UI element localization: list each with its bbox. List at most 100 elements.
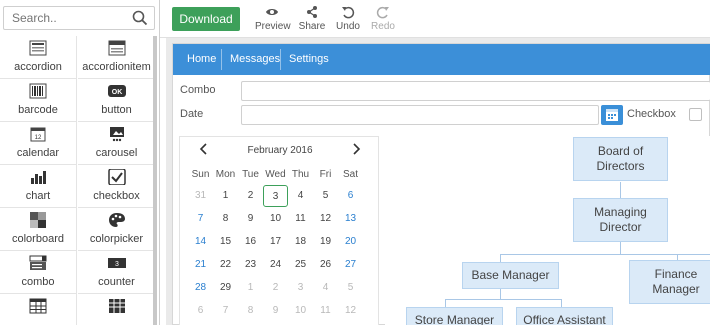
calendar-day[interactable]: 12 <box>313 208 338 230</box>
combo-label: Combo <box>180 84 216 96</box>
accordionitem-icon <box>108 40 125 56</box>
calendar-weekday: Tue <box>242 169 259 180</box>
org-node-managing[interactable]: Managing Director <box>573 198 668 242</box>
undo-button[interactable]: Undo <box>335 5 361 32</box>
org-node-store[interactable]: Store Manager <box>406 307 503 325</box>
calendar-day[interactable]: 11 <box>313 300 338 322</box>
widget-accordionitem[interactable]: accordionitem <box>78 36 155 79</box>
combo-field[interactable] <box>241 81 710 101</box>
calendar-day[interactable]: 6 <box>188 300 213 322</box>
checkbox-input[interactable] <box>689 108 702 121</box>
menu-messages[interactable]: Messages <box>230 44 280 75</box>
app-root: accordion accordionitem barcode <box>0 0 710 325</box>
search-icon[interactable] <box>132 10 148 26</box>
calendar-day[interactable]: 17 <box>263 231 288 253</box>
widget-colorboard[interactable]: colorboard <box>0 208 77 251</box>
colorboard-icon <box>30 212 46 228</box>
calendar-day[interactable]: 23 <box>238 254 263 276</box>
calendar-day[interactable]: 3 <box>263 185 288 207</box>
widget-label: checkbox <box>93 190 140 202</box>
calendar-day[interactable]: 1 <box>238 277 263 299</box>
calendar-day[interactable]: 22 <box>213 254 238 276</box>
menu-settings[interactable]: Settings <box>289 44 329 75</box>
calendar-day[interactable]: 8 <box>238 300 263 322</box>
calendar-day[interactable]: 6 <box>338 185 363 207</box>
calendar-weekday: Fri <box>319 169 332 180</box>
calendar-day[interactable]: 13 <box>338 208 363 230</box>
calendar-day[interactable]: 16 <box>238 231 263 253</box>
calendar-day[interactable]: 3 <box>288 277 313 299</box>
datatable-icon <box>29 298 47 314</box>
preview-button[interactable]: Preview <box>255 5 291 32</box>
calendar-day[interactable]: 11 <box>288 208 313 230</box>
widget-label: accordion <box>14 61 62 73</box>
widget-combo[interactable]: combo <box>0 251 77 294</box>
widget-barcode[interactable]: barcode <box>0 79 77 122</box>
org-node-office[interactable]: Office Assistant <box>516 307 613 325</box>
calendar-day[interactable]: 2 <box>238 185 263 207</box>
calendar-day[interactable]: 12 <box>338 300 363 322</box>
widget-counter[interactable]: 3 counter <box>78 251 155 294</box>
calendar-day[interactable]: 15 <box>213 231 238 253</box>
calendar-day[interactable]: 26 <box>313 254 338 276</box>
button-icon: OK <box>107 85 126 97</box>
calendar-day[interactable]: 7 <box>213 300 238 322</box>
org-node-finance[interactable]: Finance Manager <box>629 260 710 304</box>
search-box[interactable] <box>3 6 155 30</box>
calendar-day[interactable]: 1 <box>213 185 238 207</box>
calendar-day[interactable]: 29 <box>213 277 238 299</box>
colorpicker-icon <box>108 213 125 227</box>
share-label: Share <box>298 21 326 32</box>
calendar-day[interactable]: 14 <box>188 231 213 253</box>
org-connector <box>561 299 562 307</box>
widget-carousel[interactable]: carousel <box>78 122 155 165</box>
search-input[interactable] <box>4 7 124 29</box>
widget-checkbox[interactable]: checkbox <box>78 165 155 208</box>
calendar-widget: February 2016 Sun Mon Tue Wed Thu Fri Sat 31 1 2… <box>179 136 379 325</box>
calendar-day[interactable]: 19 <box>313 231 338 253</box>
calendar-day[interactable]: 10 <box>288 300 313 322</box>
calendar-day[interactable]: 5 <box>338 277 363 299</box>
share-button[interactable]: Share <box>298 5 326 32</box>
calendar-day[interactable]: 4 <box>313 277 338 299</box>
calendar-day[interactable]: 4 <box>288 185 313 207</box>
widget-calendar[interactable]: 12 calendar <box>0 122 77 165</box>
calendar-icon: 12 <box>30 127 46 142</box>
accordion-icon <box>29 40 47 56</box>
calendar-day[interactable]: 8 <box>213 208 238 230</box>
calendar-day[interactable]: 31 <box>188 185 213 207</box>
calendar-day[interactable]: 18 <box>288 231 313 253</box>
widget-label: chart <box>25 190 51 202</box>
calendar-day[interactable]: 2 <box>263 277 288 299</box>
widget-colorpicker[interactable]: colorpicker <box>78 208 155 251</box>
widget-chart[interactable]: chart <box>0 165 77 208</box>
calendar-day[interactable]: 24 <box>263 254 288 276</box>
calendar-day[interactable]: 10 <box>263 208 288 230</box>
menu-home[interactable]: Home <box>187 44 216 75</box>
calendar-day[interactable]: 25 <box>288 254 313 276</box>
scrollbar-thumb[interactable] <box>153 36 157 325</box>
widget-datatable[interactable] <box>0 294 77 325</box>
sidebar-scrollbar[interactable] <box>153 36 157 325</box>
next-month-icon[interactable] <box>350 142 362 156</box>
calendar-day[interactable]: 5 <box>313 185 338 207</box>
calendar-day[interactable]: 28 <box>188 277 213 299</box>
org-node-base[interactable]: Base Manager <box>462 262 559 289</box>
widget-button[interactable]: OK button <box>78 79 155 122</box>
calendar-day[interactable]: 9 <box>263 300 288 322</box>
download-button[interactable]: Download <box>172 7 240 31</box>
calendar-day[interactable]: 20 <box>338 231 363 253</box>
calendar-day[interactable]: 9 <box>238 208 263 230</box>
redo-button[interactable]: Redo <box>370 5 396 32</box>
calendar-day[interactable]: 27 <box>338 254 363 276</box>
counter-badge: 3 <box>115 261 119 268</box>
org-node-board[interactable]: Board of Directors <box>573 137 668 181</box>
date-field[interactable] <box>241 105 599 125</box>
chart-icon <box>31 171 46 184</box>
calendar-day[interactable]: 21 <box>188 254 213 276</box>
widget-table[interactable] <box>78 294 155 325</box>
widget-accordion[interactable]: accordion <box>0 36 77 79</box>
menu-divider <box>221 49 222 70</box>
calendar-day[interactable]: 7 <box>188 208 213 230</box>
date-picker-button[interactable] <box>601 105 623 125</box>
